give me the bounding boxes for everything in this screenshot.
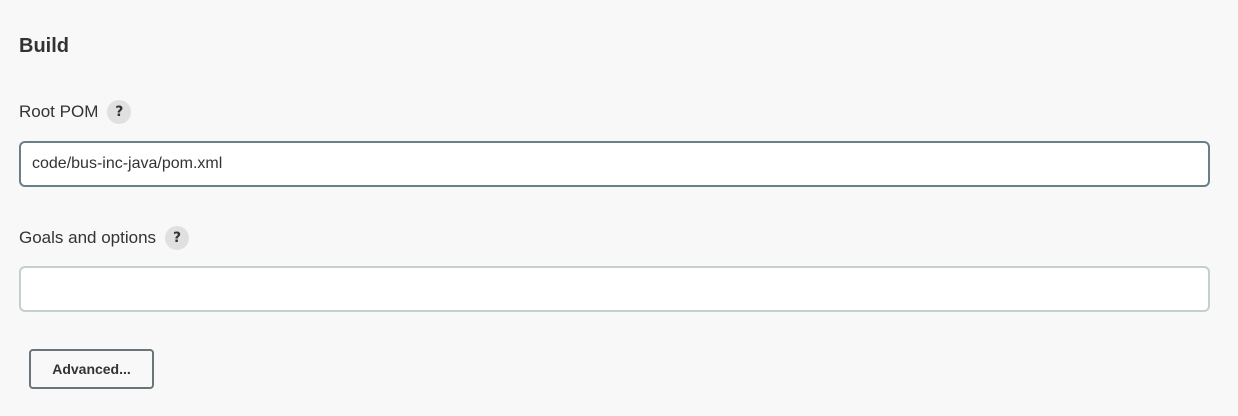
goals-input[interactable]: [19, 266, 1210, 312]
goals-label-row: Goals and options ?: [19, 225, 190, 251]
root-pom-help-icon[interactable]: ?: [107, 100, 132, 124]
advanced-button[interactable]: Advanced...: [29, 349, 154, 389]
root-pom-label: Root POM: [19, 102, 99, 121]
goals-help-icon[interactable]: ?: [165, 226, 190, 250]
root-pom-input[interactable]: [19, 141, 1210, 187]
section-title: Build: [19, 35, 69, 57]
goals-label: Goals and options: [19, 228, 157, 247]
root-pom-label-row: Root POM ?: [19, 99, 132, 125]
